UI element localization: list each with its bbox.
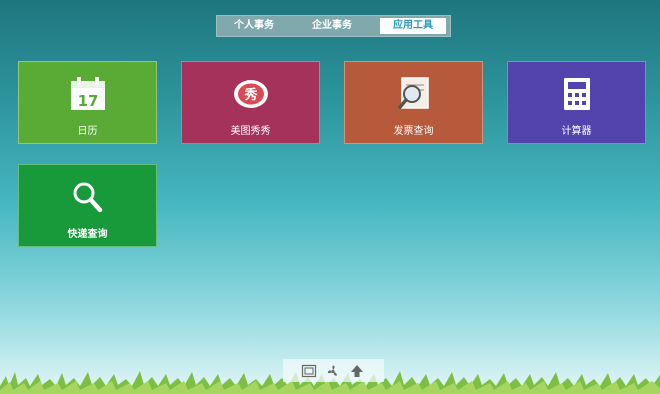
tile-calendar[interactable]: 17 日历 bbox=[18, 61, 157, 144]
tile-invoice-search[interactable]: 发票查询 bbox=[344, 61, 483, 144]
desktop-icon[interactable] bbox=[301, 363, 317, 379]
tile-express-tracking[interactable]: 快递查询 bbox=[18, 164, 157, 247]
tile-label: 计算器 bbox=[561, 126, 592, 137]
tile-label: 美图秀秀 bbox=[230, 126, 271, 137]
top-tab-bar: 个人事务 企业事务 应用工具 bbox=[216, 15, 451, 37]
tile-label: 快递查询 bbox=[67, 229, 108, 240]
tab-personal-affairs[interactable]: 个人事务 bbox=[222, 18, 286, 34]
upload-icon[interactable] bbox=[349, 363, 365, 379]
tab-enterprise-affairs[interactable]: 企业事务 bbox=[300, 18, 364, 34]
tile-label: 日历 bbox=[77, 126, 98, 137]
invoice-search-icon bbox=[397, 77, 429, 109]
tile-calculator[interactable]: 计算器 bbox=[507, 61, 646, 144]
fan-icon[interactable] bbox=[325, 363, 341, 379]
tile-label: 发票查询 bbox=[393, 126, 434, 137]
meitu-icon: 秀 bbox=[233, 80, 268, 108]
bottom-dock bbox=[283, 359, 384, 382]
magnifier-icon bbox=[73, 182, 102, 213]
calendar-day-text: 17 bbox=[77, 92, 98, 110]
meitu-icon-text: 秀 bbox=[243, 87, 258, 103]
calculator-icon bbox=[563, 78, 590, 110]
tab-app-tools[interactable]: 应用工具 bbox=[380, 18, 446, 34]
calendar-icon: 17 bbox=[70, 77, 105, 110]
tile-meitu-xiuxiu[interactable]: 秀 美图秀秀 bbox=[181, 61, 320, 144]
